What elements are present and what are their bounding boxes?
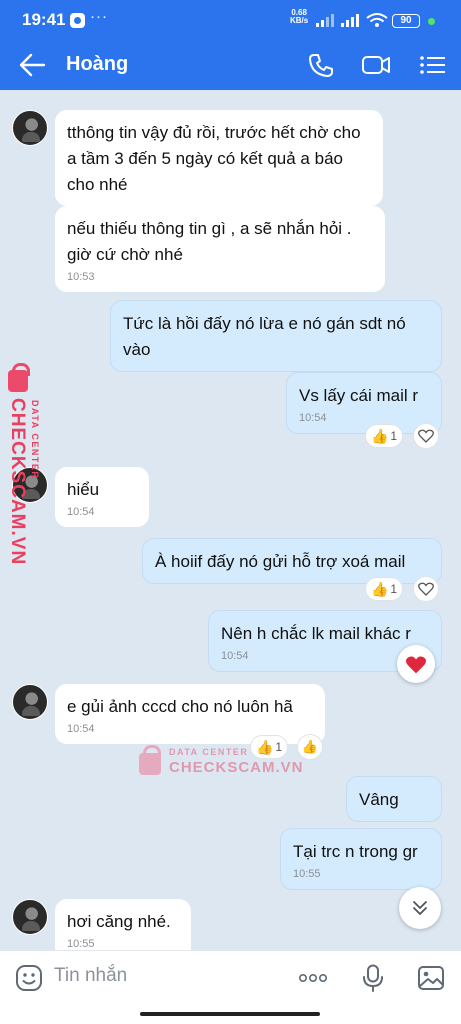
status-time: 19:41: [22, 10, 66, 29]
watermark-side: CHECKSCAM.VN DATA CENTER: [6, 363, 56, 565]
system-nav-bar: [0, 1004, 461, 1024]
avatar[interactable]: [12, 110, 48, 146]
status-more-dots: ···: [90, 8, 108, 25]
watermark-center: DATA CENTER CHECKSCAM.VN: [137, 745, 303, 781]
status-bar: 19:41 ··· 0.68 KB/s 90: [0, 0, 461, 40]
thumbs-up-icon: 👍: [370, 580, 389, 597]
contact-name[interactable]: Hoàng: [66, 53, 128, 76]
menu-list-icon[interactable]: [418, 51, 448, 79]
chevron-double-down-icon: [413, 901, 427, 915]
heart-react-icon[interactable]: [413, 423, 439, 449]
message-bubble-out[interactable]: Vâng: [346, 776, 442, 822]
wifi-icon: [366, 13, 388, 27]
message-bubble-in[interactable]: tthông tin vậy đủ rồi, trước hết chờ cho…: [55, 110, 383, 206]
message-bubble-out[interactable]: Tức là hồi đấy nó lừa e nó gán sdt nó và…: [110, 300, 442, 372]
app-notification-icon: [70, 13, 85, 28]
home-indicator[interactable]: [140, 1012, 320, 1016]
message-time: 10:54: [67, 506, 95, 518]
message-time: 10:55: [293, 868, 321, 880]
lock-icon: [139, 745, 161, 775]
message-text: nếu thiếu thông tin gì , a sẽ nhắn hỏi .…: [67, 219, 352, 264]
message-time: 10:55: [67, 938, 95, 950]
message-text: tthông tin vậy đủ rồi, trước hết chờ cho…: [67, 123, 361, 194]
network-speed: 0.68 KB/s: [290, 8, 309, 25]
message-input[interactable]: Tin nhắn: [54, 965, 127, 987]
thumbs-up-react-icon[interactable]: 👍: [297, 734, 323, 760]
back-arrow-icon[interactable]: [18, 52, 46, 78]
message-text: Vâng: [359, 790, 399, 809]
chat-area[interactable]: tthông tin vậy đủ rồi, trước hết chờ cho…: [0, 90, 461, 960]
message-text: Vs lấy cái mail r: [299, 386, 419, 405]
message-bubble-in[interactable]: nếu thiếu thông tin gì , a sẽ nhắn hỏi .…: [55, 206, 385, 292]
avatar[interactable]: [12, 899, 48, 935]
video-call-icon[interactable]: [361, 51, 391, 79]
message-text: Nên h chắc lk mail khác r: [221, 624, 411, 643]
charging-dot: [428, 18, 435, 25]
message-time: 10:53: [67, 271, 95, 283]
heart-reaction-icon[interactable]: [397, 645, 435, 683]
message-text: À hoiif đấy nó gửi hỗ trợ xoá mail: [155, 552, 406, 571]
message-text: hiểu: [67, 480, 100, 499]
message-bubble-out[interactable]: Tại trc n trong gr 10:55: [280, 828, 442, 890]
message-bubble-in[interactable]: hiểu 10:54: [55, 467, 149, 527]
thumbs-up-icon: 👍: [370, 427, 389, 444]
message-bubble-out[interactable]: À hoiif đấy nó gửi hỗ trợ xoá mail: [142, 538, 442, 584]
message-text: Tức là hồi đấy nó lừa e nó gán sdt nó và…: [123, 314, 406, 359]
message-time: 10:54: [67, 723, 95, 735]
message-text: hơi căng nhé.: [67, 912, 171, 931]
lock-icon: [8, 363, 30, 392]
signal-icon-2: [341, 14, 359, 27]
reaction-badge[interactable]: 👍 1: [365, 577, 403, 601]
phone-call-icon[interactable]: [306, 51, 336, 79]
sticker-emoji-icon[interactable]: [14, 963, 44, 993]
chat-header: Hoàng: [0, 40, 461, 90]
microphone-icon[interactable]: [358, 963, 388, 993]
reaction-badge[interactable]: 👍 1: [365, 424, 403, 448]
message-time: 10:54: [299, 412, 327, 424]
avatar[interactable]: [12, 684, 48, 720]
message-bubble-in[interactable]: e gủi ảnh cccd cho nó luôn hã 10:54: [55, 684, 325, 744]
message-text: e gủi ảnh cccd cho nó luôn hã: [67, 697, 293, 716]
scroll-to-bottom-button[interactable]: [399, 887, 441, 929]
battery-icon: 90: [392, 14, 420, 28]
image-gallery-icon[interactable]: [416, 963, 446, 993]
more-options-icon[interactable]: [298, 963, 328, 993]
heart-react-icon[interactable]: [413, 576, 439, 602]
message-text: Tại trc n trong gr: [293, 842, 418, 861]
signal-icon: [316, 14, 334, 27]
message-composer: Tin nhắn: [0, 950, 461, 1004]
